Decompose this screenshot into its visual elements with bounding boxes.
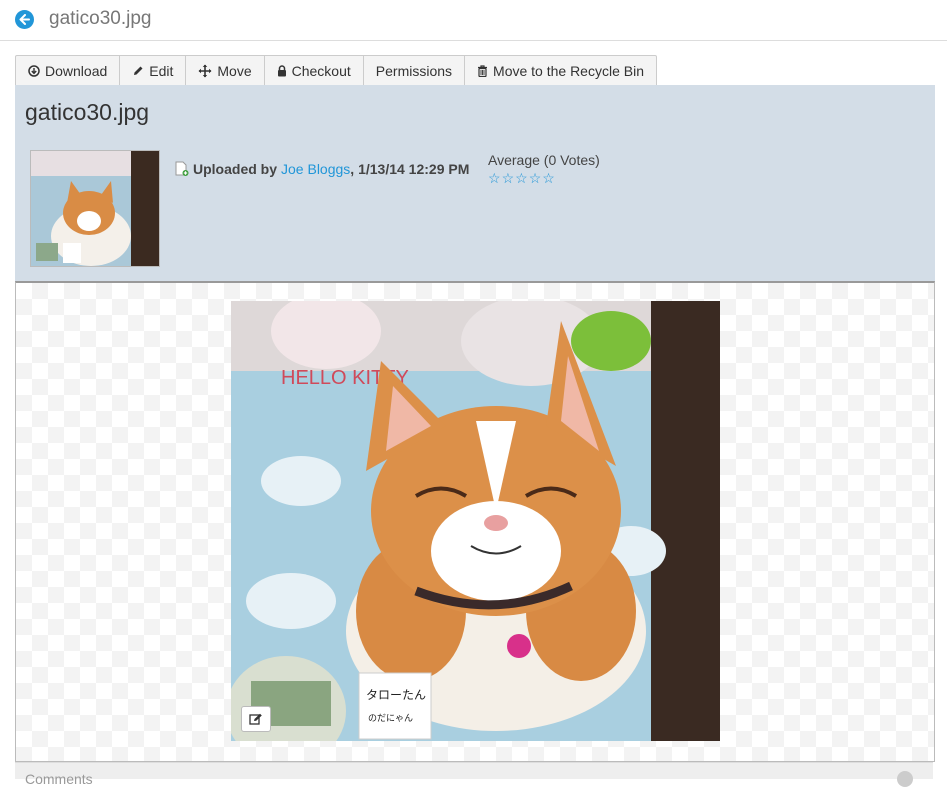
edit-button[interactable]: Edit xyxy=(120,56,187,86)
move-button[interactable]: Move xyxy=(186,56,265,86)
thumbnail-image xyxy=(31,151,159,266)
star-outline-icon[interactable]: ☆ xyxy=(542,171,555,185)
move-label: Move xyxy=(217,63,252,79)
download-icon xyxy=(28,65,40,77)
star-outline-icon[interactable]: ☆ xyxy=(529,171,542,185)
star-outline-icon[interactable]: ☆ xyxy=(488,171,501,185)
uploaded-date: , 1/13/14 12:29 PM xyxy=(350,161,470,177)
file-thumbnail[interactable] xyxy=(30,150,160,267)
image-preview: HELLO KITTY タローたん のだにゃん xyxy=(15,281,935,762)
page-title: gatico30.jpg xyxy=(49,8,152,29)
upload-info: Uploaded by Joe Bloggs, 1/13/14 12:29 PM xyxy=(175,161,469,177)
cat-photo: HELLO KITTY タローたん のだにゃん xyxy=(231,301,720,741)
permissions-label: Permissions xyxy=(375,63,453,79)
file-info-panel: gatico30.jpg Uploaded by Joe Bloggs, 1/1… xyxy=(15,85,935,281)
recycle-label: Move to the Recycle Bin xyxy=(493,63,644,79)
photo-caption-1: タローたん xyxy=(366,688,426,702)
comments-toggle[interactable] xyxy=(897,771,913,787)
action-toolbar: Download Edit Move Checkout Permissions … xyxy=(15,55,657,87)
uploader-link[interactable]: Joe Bloggs xyxy=(281,161,350,177)
rating-widget: Average (0 Votes) ☆ ☆ ☆ ☆ ☆ xyxy=(488,152,600,185)
move-icon xyxy=(198,64,212,78)
file-add-icon xyxy=(175,161,189,176)
trash-icon xyxy=(478,65,488,77)
rating-label: Average (0 Votes) xyxy=(488,152,600,168)
checkout-button[interactable]: Checkout xyxy=(265,56,364,86)
recycle-bin-button[interactable]: Move to the Recycle Bin xyxy=(465,56,656,86)
pencil-icon xyxy=(134,66,143,75)
file-title: gatico30.jpg xyxy=(25,99,150,125)
back-button[interactable] xyxy=(15,10,34,29)
star-outline-icon[interactable]: ☆ xyxy=(515,171,528,185)
checkout-label: Checkout xyxy=(291,63,351,79)
comments-section: Comments xyxy=(15,762,933,787)
rating-stars: ☆ ☆ ☆ ☆ ☆ xyxy=(488,171,600,185)
edit-icon xyxy=(249,713,262,725)
permissions-button[interactable]: Permissions xyxy=(364,56,466,86)
uploaded-prefix: Uploaded by xyxy=(193,161,278,177)
star-outline-icon[interactable]: ☆ xyxy=(502,171,515,185)
comments-label: Comments xyxy=(25,771,93,787)
top-bar: gatico30.jpg xyxy=(0,0,947,41)
preview-image[interactable]: HELLO KITTY タローたん のだにゃん xyxy=(231,301,720,741)
back-arrow-icon xyxy=(19,14,30,25)
lock-icon xyxy=(277,65,286,77)
photo-caption-2: のだにゃん xyxy=(368,713,413,724)
edit-image-button[interactable] xyxy=(241,706,271,732)
edit-label: Edit xyxy=(149,63,174,79)
download-button[interactable]: Download xyxy=(16,56,121,86)
download-label: Download xyxy=(45,63,108,79)
